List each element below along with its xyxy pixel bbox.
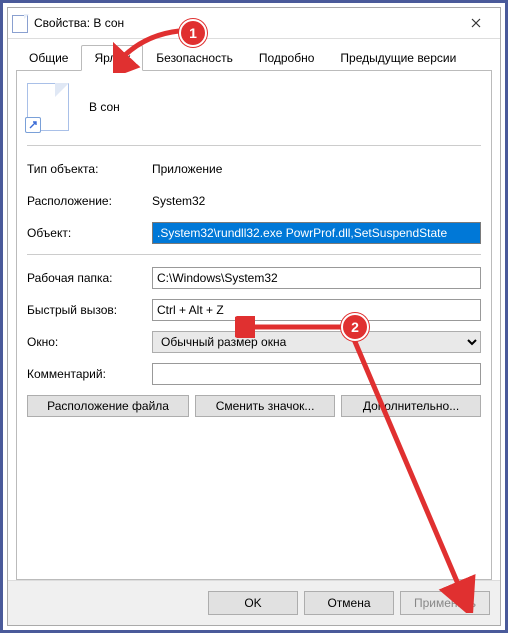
tab-previous-versions[interactable]: Предыдущие версии [327,45,469,71]
input-target[interactable] [152,222,481,244]
shortcut-file-icon [12,15,28,31]
window-title: Свойства: В сон [34,16,124,30]
dialog-footer: OK Отмена Применить [8,580,500,625]
properties-dialog: Свойства: В сон Общие Ярлык Безопасность… [7,7,501,626]
input-start-in[interactable] [152,267,481,289]
label-location: Расположение: [27,194,152,208]
select-run[interactable]: Обычный размер окна [152,331,481,353]
apply-button[interactable]: Применить [400,591,490,615]
tabstrip: Общие Ярлык Безопасность Подробно Предыд… [16,45,492,71]
open-file-location-button[interactable]: Расположение файла [27,395,189,417]
shortcut-name: В сон [89,100,120,114]
change-icon-button[interactable]: Сменить значок... [195,395,335,417]
shortcut-large-icon [27,83,69,131]
shortcut-arrow-icon [25,117,41,133]
label-hotkey: Быстрый вызов: [27,303,152,317]
label-run: Окно: [27,335,152,349]
tab-details[interactable]: Подробно [246,45,328,71]
ok-button[interactable]: OK [208,591,298,615]
cancel-button[interactable]: Отмена [304,591,394,615]
tab-security[interactable]: Безопасность [143,45,246,71]
input-hotkey[interactable] [152,299,481,321]
label-start-in: Рабочая папка: [27,271,152,285]
tabpanel-shortcut: В сон Тип объекта: Приложение Расположен… [16,71,492,580]
input-comment[interactable] [152,363,481,385]
advanced-button[interactable]: Дополнительно... [341,395,481,417]
annotation-badge-2: 2 [341,313,369,341]
tab-shortcut[interactable]: Ярлык [81,45,143,71]
value-location: System32 [152,194,481,208]
annotation-badge-1: 1 [179,19,207,47]
close-icon [471,18,481,28]
label-comment: Комментарий: [27,367,152,381]
close-button[interactable] [456,9,496,37]
label-target-type: Тип объекта: [27,162,152,176]
label-target: Объект: [27,226,152,240]
titlebar: Свойства: В сон [8,8,500,39]
value-target-type: Приложение [152,162,481,176]
tab-general[interactable]: Общие [16,45,81,71]
